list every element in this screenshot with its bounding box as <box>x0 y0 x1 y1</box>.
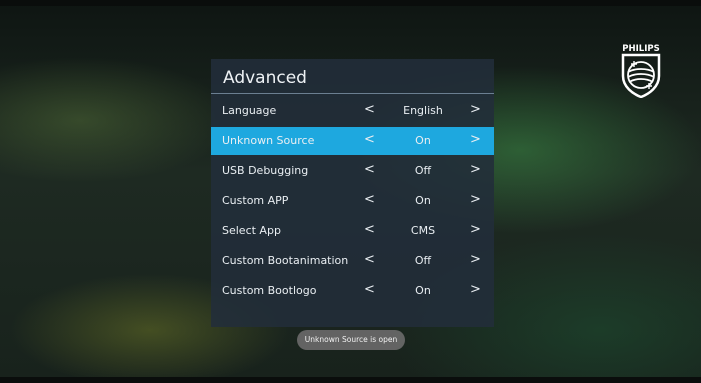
setting-row-custom-bootlogo[interactable]: Custom Bootlogo < On > <box>211 277 494 305</box>
chevron-left-icon[interactable]: < <box>364 132 375 147</box>
chevron-left-icon[interactable]: < <box>364 162 375 177</box>
chevron-left-icon[interactable]: < <box>364 282 375 297</box>
chevron-right-icon[interactable]: > <box>470 162 481 177</box>
setting-label: USB Debugging <box>222 164 309 177</box>
screen-top-border <box>0 0 701 6</box>
chevron-left-icon[interactable]: < <box>364 252 375 267</box>
toast-message: Unknown Source is open <box>297 330 405 350</box>
chevron-right-icon[interactable]: > <box>470 102 481 117</box>
chevron-right-icon[interactable]: > <box>470 222 481 237</box>
setting-label: Custom Bootanimation <box>222 254 349 267</box>
setting-value: On <box>415 194 431 207</box>
setting-value: Off <box>414 164 432 177</box>
chevron-right-icon[interactable]: > <box>470 282 481 297</box>
setting-row-unknown-source[interactable]: Unknown Source < On > <box>211 127 494 155</box>
svg-text:PHILIPS: PHILIPS <box>622 44 659 54</box>
chevron-left-icon[interactable]: < <box>364 222 375 237</box>
title-divider <box>211 93 494 94</box>
setting-value: Off <box>414 254 432 267</box>
advanced-settings-panel: Advanced Language < English > Unknown So… <box>211 59 494 327</box>
setting-row-custom-app[interactable]: Custom APP < On > <box>211 187 494 215</box>
setting-value: English <box>403 104 443 117</box>
setting-label: Select App <box>222 224 281 237</box>
setting-row-select-app[interactable]: Select App < CMS > <box>211 217 494 245</box>
philips-shield-logo: PHILIPS <box>621 44 661 98</box>
chevron-left-icon[interactable]: < <box>364 192 375 207</box>
chevron-left-icon[interactable]: < <box>364 102 375 117</box>
screen-bottom-border <box>0 377 701 383</box>
setting-label: Unknown Source <box>222 134 315 147</box>
panel-title: Advanced <box>223 68 307 88</box>
setting-row-language[interactable]: Language < English > <box>211 97 494 125</box>
setting-value: On <box>415 134 431 147</box>
setting-label: Custom APP <box>222 194 289 207</box>
setting-label: Custom Bootlogo <box>222 284 317 297</box>
chevron-right-icon[interactable]: > <box>470 132 481 147</box>
chevron-right-icon[interactable]: > <box>470 252 481 267</box>
setting-row-custom-bootanimation[interactable]: Custom Bootanimation < Off > <box>211 247 494 275</box>
setting-row-usb-debugging[interactable]: USB Debugging < Off > <box>211 157 494 185</box>
chevron-right-icon[interactable]: > <box>470 192 481 207</box>
setting-value: On <box>415 284 431 297</box>
setting-label: Language <box>222 104 277 117</box>
setting-value: CMS <box>410 224 436 237</box>
